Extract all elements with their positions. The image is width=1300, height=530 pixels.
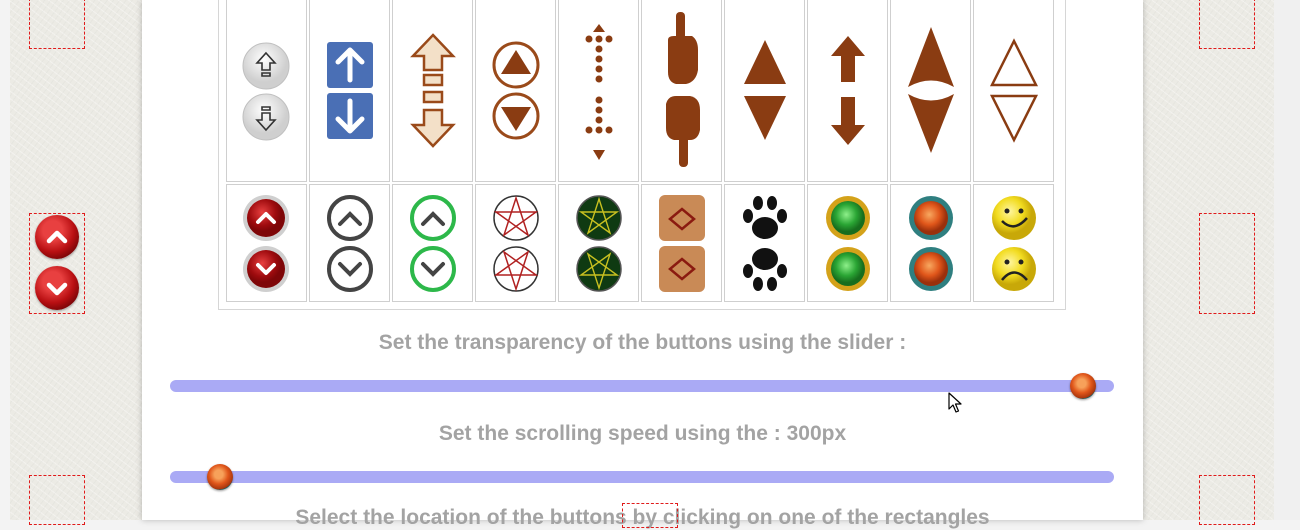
style-green-chevron-circles[interactable] <box>392 184 473 302</box>
transparency-slider-track[interactable] <box>170 380 1114 392</box>
style-green-pentagram-discs[interactable] <box>558 184 639 302</box>
style-outline-triangles[interactable] <box>973 0 1054 182</box>
transparency-caption: Set the transparency of the buttons usin… <box>378 331 907 354</box>
style-grey-outline-arrows[interactable] <box>226 0 307 182</box>
scroll-down-button[interactable] <box>35 266 79 310</box>
scroll-speed-caption: Set the scrolling speed using the : 300p… <box>438 422 847 445</box>
style-orange-teal-orbs[interactable] <box>890 184 971 302</box>
style-blue-square-arrows[interactable] <box>309 0 390 182</box>
style-dark-chevron-circles[interactable] <box>309 184 390 302</box>
transparency-slider-thumb[interactable] <box>1069 373 1096 399</box>
page-scrollbar[interactable] <box>1274 0 1300 520</box>
style-wood-dotted-arrows[interactable] <box>558 0 639 182</box>
style-wood-tall-spikes[interactable] <box>890 0 971 182</box>
style-wood-triangles[interactable] <box>724 0 805 182</box>
scroll-up-button[interactable] <box>35 215 79 259</box>
button-style-grid <box>218 0 1066 310</box>
style-wood-circle-triangles[interactable] <box>475 0 556 182</box>
style-paw-prints[interactable] <box>724 184 805 302</box>
style-smiley-faces[interactable] <box>973 184 1054 302</box>
style-wood-bold-arrows[interactable] <box>807 0 888 182</box>
location-rect-bottom-left[interactable] <box>29 475 85 525</box>
style-green-gold-orbs[interactable] <box>807 184 888 302</box>
window-edge <box>0 0 10 520</box>
scroll-speed-slider-track[interactable] <box>170 471 1114 483</box>
location-rect-top-left[interactable] <box>29 0 85 49</box>
style-pentagram-stars[interactable] <box>475 184 556 302</box>
scroll-speed-slider-thumb[interactable] <box>206 464 233 490</box>
style-red-chevron-buttons[interactable] <box>226 184 307 302</box>
style-wood-outline-arrows[interactable] <box>392 0 473 182</box>
mouse-cursor <box>948 392 962 419</box>
style-wood-tile-diamonds[interactable] <box>641 184 722 302</box>
location-rect-middle-right[interactable] <box>1199 213 1255 314</box>
style-wood-pointing-hands[interactable] <box>641 0 722 182</box>
location-rect-top-center[interactable] <box>622 503 678 528</box>
location-rect-bottom-right[interactable] <box>1199 475 1255 525</box>
location-rect-top-right[interactable] <box>1199 0 1255 49</box>
